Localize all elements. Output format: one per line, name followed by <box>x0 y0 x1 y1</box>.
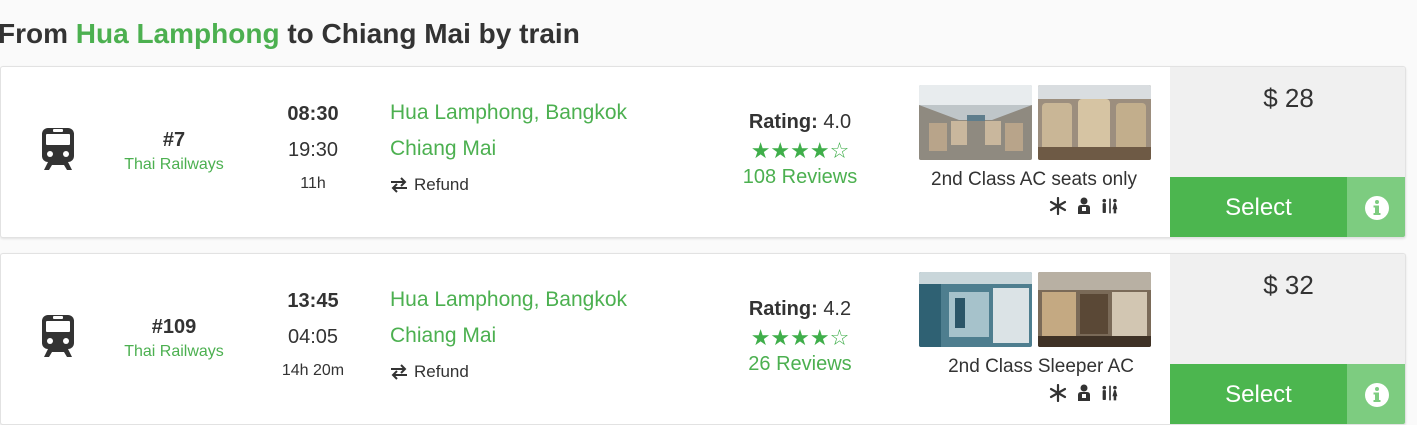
title-prefix: From <box>0 18 76 49</box>
to-station-link[interactable]: Chiang Mai <box>390 324 627 360</box>
train-icon <box>42 315 74 357</box>
info-button[interactable] <box>1347 177 1405 237</box>
refund-label: Refund <box>414 175 469 194</box>
reviews-link[interactable]: 26 Reviews <box>731 353 869 376</box>
rating: Rating: 4.2 <box>731 298 869 321</box>
class-name: 2nd Class Sleeper AC <box>948 356 1134 377</box>
swap-arrows-icon <box>391 364 407 380</box>
time-block: 08:30 19:30 11h <box>267 103 359 193</box>
rating-label: Rating: <box>748 298 818 320</box>
info-icon <box>1365 383 1389 407</box>
star-rating-icon: ★★★★☆ <box>750 138 850 163</box>
snowflake-icon <box>1049 197 1067 215</box>
to-station-link[interactable]: Chiang Mai <box>390 137 627 173</box>
reviews-link[interactable]: 108 Reviews <box>731 166 869 189</box>
swap-arrows-icon <box>391 177 407 193</box>
sleeper-photo[interactable] <box>1038 272 1151 347</box>
star-rating-icon: ★★★★☆ <box>750 325 850 350</box>
trip-card: #109 Thai Railways 13:45 04:05 14h 20m H… <box>0 253 1406 425</box>
seat-person-icon <box>1078 197 1090 214</box>
refund-info[interactable]: Refund <box>390 362 627 382</box>
train-number-block: #7 Thai Railways <box>111 129 237 174</box>
departure-time: 08:30 <box>287 103 339 125</box>
rating-label: Rating: <box>748 111 818 133</box>
amenities <box>1049 197 1119 215</box>
price: $ 32 <box>1263 270 1314 300</box>
class-photos <box>919 85 1151 160</box>
trip-card: #7 Thai Railways 08:30 19:30 11h Hua Lam… <box>0 66 1406 238</box>
rating-value: 4.0 <box>823 111 852 133</box>
rating-value: 4.2 <box>823 298 852 320</box>
info-button[interactable] <box>1347 364 1405 424</box>
restroom-icon <box>1102 385 1118 401</box>
title-origin: Hua Lamphong <box>75 18 280 49</box>
refund-info[interactable]: Refund <box>390 175 627 195</box>
operator-link[interactable]: Thai Railways <box>111 343 237 361</box>
station-block: Hua Lamphong, Bangkok Chiang Mai Refund <box>390 101 627 195</box>
seat-photo[interactable] <box>1038 85 1151 160</box>
train-number: #109 <box>151 316 197 338</box>
page-title: From Hua Lamphong to Chiang Mai by train <box>0 18 580 50</box>
operator-link[interactable]: Thai Railways <box>111 156 237 174</box>
seat-photo[interactable] <box>919 85 1032 160</box>
price: $ 28 <box>1263 83 1314 113</box>
amenities <box>1049 384 1119 402</box>
title-destination: Chiang Mai <box>321 18 471 49</box>
title-suffix: by train <box>470 18 580 49</box>
rating-block: Rating: 4.2 ★★★★☆ 26 Reviews <box>731 298 869 376</box>
select-button[interactable]: Select <box>1170 364 1347 424</box>
duration: 14h 20m <box>281 362 345 379</box>
station-block: Hua Lamphong, Bangkok Chiang Mai Refund <box>390 288 627 382</box>
class-name: 2nd Class AC seats only <box>931 169 1137 190</box>
time-block: 13:45 04:05 14h 20m <box>267 290 359 380</box>
train-number-block: #109 Thai Railways <box>111 316 237 361</box>
from-station-link[interactable]: Hua Lamphong, Bangkok <box>390 101 627 137</box>
from-station-link[interactable]: Hua Lamphong, Bangkok <box>390 288 627 324</box>
arrival-time: 19:30 <box>287 139 339 161</box>
info-icon <box>1365 196 1389 220</box>
price-panel: $ 32 Select <box>1170 254 1405 424</box>
rating: Rating: 4.0 <box>731 111 869 134</box>
seat-person-icon <box>1078 384 1090 401</box>
rating-block: Rating: 4.0 ★★★★☆ 108 Reviews <box>731 111 869 189</box>
title-middle: to <box>279 18 322 49</box>
restroom-icon <box>1102 198 1118 214</box>
duration: 11h <box>300 175 326 192</box>
departure-time: 13:45 <box>287 290 339 312</box>
arrival-time: 04:05 <box>287 326 339 348</box>
refund-label: Refund <box>414 362 469 381</box>
select-button[interactable]: Select <box>1170 177 1347 237</box>
train-number: #7 <box>162 129 186 151</box>
price-panel: $ 28 Select <box>1170 67 1405 237</box>
sleeper-photo[interactable] <box>919 272 1032 347</box>
class-photos <box>919 272 1151 347</box>
snowflake-icon <box>1049 384 1067 402</box>
train-icon <box>42 128 74 170</box>
